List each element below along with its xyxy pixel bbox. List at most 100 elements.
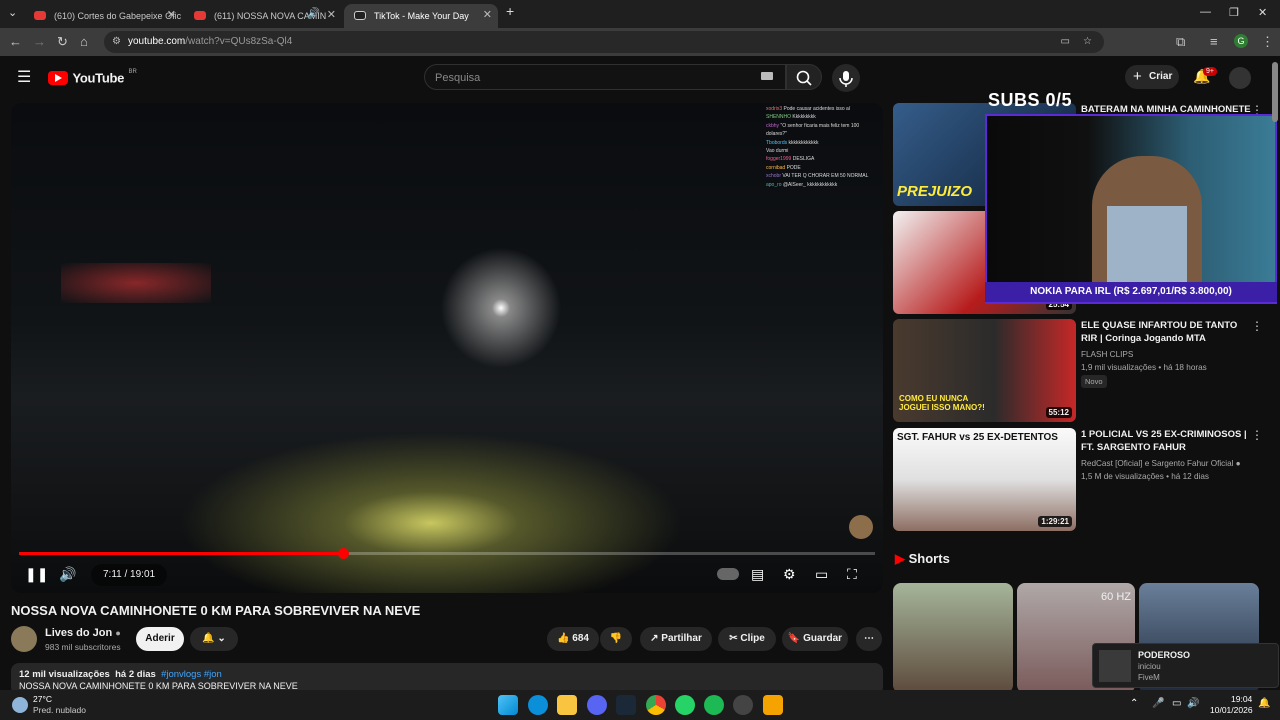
hamburger-menu-icon[interactable]: ☰ (17, 67, 31, 87)
bookmark-star-icon[interactable]: ☆ (1083, 31, 1092, 53)
street-lights-decor (61, 263, 211, 303)
channel-name[interactable]: Lives do Jon ● (45, 627, 121, 639)
thumbnail-text: COMO EU NUNCA JOGUEI ISSO MANO?! (899, 394, 985, 412)
chrome-icon[interactable] (646, 695, 666, 715)
tab-list-chevron-icon[interactable]: ⌄ (8, 6, 17, 19)
youtube-wordmark: YouTube (72, 70, 125, 86)
weather-temp: 27°C (33, 694, 52, 704)
site-info-icon[interactable]: ⚙ (112, 31, 121, 53)
recommendation-channel[interactable]: RedCast [Oficial] e Sargento Fahur Ofici… (1081, 457, 1241, 470)
home-icon[interactable]: ⌂ (80, 34, 88, 49)
search-button[interactable] (786, 64, 822, 90)
clip-button[interactable]: ✂ Clipe (718, 627, 776, 651)
dislike-button[interactable]: 👎 (600, 627, 632, 651)
hashtags[interactable]: #jonvlogs #jon (161, 669, 222, 680)
tray-chevron-icon[interactable]: ⌃ (1130, 698, 1138, 709)
recommendation-title[interactable]: ELE QUASE INFARTOU DE TANTO RIR | Coring… (1081, 319, 1251, 345)
tab-nossa-nova[interactable]: (611) NOSSA NOVA CAMIN 🔊 ✕ (184, 4, 342, 28)
volume-tray-icon[interactable]: 🔊 (1187, 698, 1199, 709)
recommendation-title[interactable]: 1 POLICIAL VS 25 EX-CRIMINOSOS | FT. SAR… (1081, 428, 1251, 454)
pause-icon[interactable]: ❚❚ (25, 566, 48, 583)
app-icon[interactable] (733, 695, 753, 715)
like-button[interactable]: 👍 684 (547, 627, 599, 651)
miniplayer-icon[interactable]: ▭ (815, 566, 828, 583)
create-button[interactable]: + Criar (1125, 65, 1179, 89)
upload-age: há 2 dias (115, 669, 156, 680)
join-button[interactable]: Aderir (136, 627, 184, 651)
youtube-logo[interactable]: YouTube BR (48, 69, 137, 87)
share-button[interactable]: ↗ Partilhar (640, 627, 712, 651)
video-thumbnail[interactable]: COMO EU NUNCA JOGUEI ISSO MANO?! 55:12 (893, 319, 1076, 422)
obs-icon[interactable] (763, 695, 783, 715)
recommendation-channel[interactable]: FLASH CLIPS (1081, 348, 1133, 361)
profile-avatar[interactable]: G (1234, 34, 1248, 48)
forward-icon[interactable]: → (33, 34, 46, 49)
search-input[interactable]: Pesquisa (424, 64, 786, 90)
spotify-icon[interactable] (704, 695, 724, 715)
close-tab-icon[interactable]: ✕ (167, 8, 176, 21)
channel-avatar[interactable] (11, 626, 37, 652)
whatsapp-icon[interactable] (675, 695, 695, 715)
microphone-tray-icon[interactable]: 🎤 (1152, 698, 1164, 709)
scrubber-handle[interactable] (337, 548, 349, 559)
recommendation-item[interactable]: COMO EU NUNCA JOGUEI ISSO MANO?! 55:12 E… (893, 319, 1273, 422)
more-actions-button[interactable]: ⋯ (856, 627, 882, 651)
progress-bar[interactable] (19, 548, 875, 559)
clock-time[interactable]: 19:04 (1231, 694, 1252, 704)
tank-top-decor (1107, 206, 1187, 286)
browser-tabstrip: ⌄ (610) Cortes do Gabepeixe Ofic ✕ (611)… (0, 0, 1280, 28)
notification-line1: iniciou (1138, 662, 1161, 671)
media-controls-icon[interactable]: ≡ (1210, 34, 1218, 49)
back-icon[interactable]: ← (9, 34, 22, 49)
save-button[interactable]: 🔖 Guardar (782, 627, 848, 651)
more-options-icon[interactable]: ⋮ (1251, 428, 1263, 442)
voice-search-button[interactable] (832, 64, 860, 92)
file-explorer-icon[interactable] (557, 695, 577, 715)
restore-icon[interactable]: ❐ (1229, 6, 1239, 19)
network-icon[interactable]: ▭ (1172, 698, 1181, 709)
speaker-icon[interactable]: 🔊 (308, 8, 320, 19)
discord-icon[interactable] (587, 695, 607, 715)
close-tab-icon[interactable]: ✕ (483, 8, 492, 21)
cast-icon[interactable]: ▭ (1061, 31, 1070, 53)
streamer-emote-icon (849, 515, 873, 539)
windows-taskbar: 27°C Pred. nublado ⌃ 🎤 ▭ 🔊 19:04 10/01/2… (0, 690, 1280, 720)
new-tab-button[interactable]: + (506, 3, 514, 19)
chat-line: xchobr VAI TER Q CHORAR EM 50 NORMAL (766, 173, 869, 180)
clock-date[interactable]: 10/01/2026 (1210, 705, 1253, 715)
chrome-menu-icon[interactable]: ⋮ (1261, 34, 1274, 50)
keyboard-icon[interactable] (761, 72, 773, 80)
volume-icon[interactable]: 🔊 (59, 566, 76, 583)
page-scrollbar[interactable] (1272, 62, 1278, 122)
video-thumbnail[interactable]: SGT. FAHUR vs 25 EX-DETENTOS 1:29:21 (893, 428, 1076, 531)
account-avatar[interactable] (1229, 67, 1251, 89)
edge-browser-icon[interactable] (528, 695, 548, 715)
duration-badge: 55:12 (1045, 407, 1072, 418)
close-tab-icon[interactable]: ✕ (327, 8, 336, 21)
minimize-icon[interactable]: — (1200, 6, 1211, 18)
weather-cloud-icon[interactable] (12, 697, 28, 713)
close-window-icon[interactable]: ✕ (1258, 6, 1267, 19)
tab-cortes[interactable]: (610) Cortes do Gabepeixe Ofic ✕ (24, 4, 182, 28)
windows-start-icon[interactable] (498, 695, 518, 715)
video-title: NOSSA NOVA CAMINHONETE 0 KM PARA SOBREVI… (11, 603, 421, 618)
tab-tiktok[interactable]: TikTok - Make Your Day ✕ (344, 4, 498, 28)
steam-icon[interactable] (616, 695, 636, 715)
fullscreen-icon[interactable]: ⛶ (847, 566, 857, 583)
stream-notification[interactable]: PODEROSO iniciou FiveM (1092, 643, 1279, 688)
more-options-icon[interactable]: ⋮ (1251, 319, 1263, 333)
recommendation-item[interactable]: SGT. FAHUR vs 25 EX-DETENTOS 1:29:21 1 P… (893, 428, 1273, 531)
short-item[interactable] (893, 583, 1013, 693)
short-overlay-text: 60 HZ (1101, 591, 1131, 603)
subscribed-bell-button[interactable]: 🔔 ⌄ (190, 627, 238, 651)
plus-icon: + (1133, 68, 1142, 85)
reload-icon[interactable]: ↻ (57, 34, 68, 50)
extensions-icon[interactable]: ⧉ (1176, 34, 1185, 50)
tiktok-favicon-icon (354, 11, 366, 20)
settings-gear-icon[interactable]: ⚙ (783, 566, 796, 583)
video-player[interactable]: xodrix3 Pode causar acidentes isso aí SH… (11, 103, 883, 593)
subtitles-icon[interactable]: ▤ (751, 566, 764, 583)
address-bar[interactable]: ⚙ youtube.com/watch?v=QUs8zSa-Ql4 ☆ ▭ (104, 31, 1104, 53)
autoplay-toggle[interactable] (717, 568, 739, 580)
notification-center-icon[interactable]: 🔔 (1258, 698, 1270, 709)
